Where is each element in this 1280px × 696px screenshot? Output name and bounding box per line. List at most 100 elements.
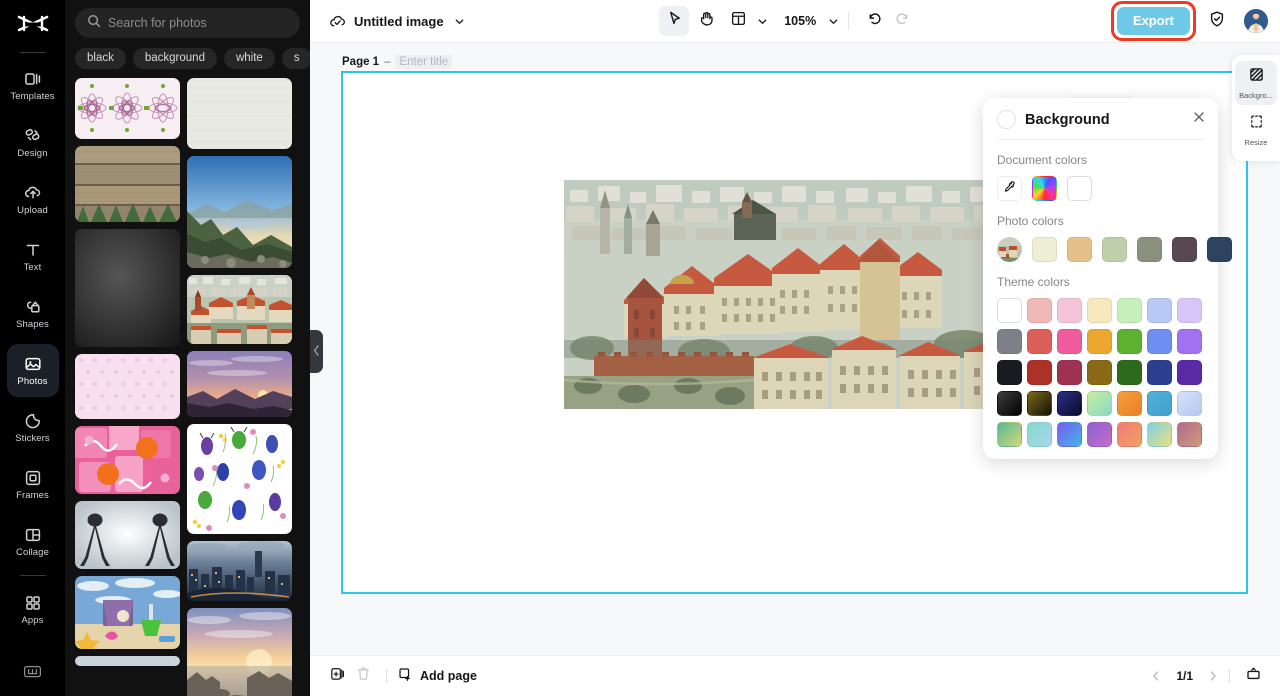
theme-color-swatch[interactable] [1177,391,1202,416]
hand-tool-button[interactable] [691,6,721,36]
export-button[interactable]: Export [1117,7,1190,35]
theme-color-swatch[interactable] [1027,391,1052,416]
sidebar-item-stickers[interactable]: Stickers [7,401,59,454]
search-bar[interactable] [75,8,300,38]
theme-color-swatch[interactable] [997,360,1022,385]
close-panel-button[interactable] [1192,110,1206,129]
canvas-area[interactable]: Page 1 – Enter title [310,43,1280,655]
cloud-saved-icon[interactable] [322,12,352,31]
theme-color-swatch[interactable] [1147,422,1172,447]
photo-thumbnail-pink-floral-kaleidoscope[interactable] [75,78,180,139]
add-page-button[interactable]: Add page [397,666,477,687]
photo-color-swatch-2[interactable] [1067,237,1092,262]
photo-thumbnail-pink-gifts-oranges[interactable] [75,426,180,494]
photo-thumbnail-beach-toys[interactable] [75,576,180,649]
photo-thumbnail-wooden-planks-pine[interactable] [75,146,180,222]
photo-color-swatch-1[interactable] [1032,237,1057,262]
theme-color-swatch[interactable] [1177,422,1202,447]
next-page-button[interactable] [1207,670,1219,682]
theme-color-swatch[interactable] [1117,298,1142,323]
undo-button[interactable] [858,6,888,36]
search-input[interactable] [108,16,288,30]
theme-color-swatch[interactable] [1177,329,1202,354]
photo-thumbnail-dark-grey-gradient[interactable] [75,229,180,347]
photo-color-swatch-5[interactable] [1172,237,1197,262]
theme-color-swatch[interactable] [1087,298,1112,323]
sidebar-item-templates[interactable]: Templates [7,59,59,112]
theme-color-swatch[interactable] [1027,422,1052,447]
photo-thumbnail-white-paper-texture[interactable] [187,78,292,149]
zoom-level-value[interactable]: 105% [782,14,818,28]
user-avatar[interactable] [1244,9,1268,33]
theme-color-swatch[interactable] [1087,391,1112,416]
theme-color-swatch[interactable] [1177,298,1202,323]
search-tag[interactable]: black [75,48,126,69]
sidebar-item-frames[interactable]: Frames [7,458,59,511]
select-tool-button[interactable] [659,6,689,36]
tab-resize[interactable]: Resize [1235,108,1277,152]
theme-color-swatch[interactable] [1117,360,1142,385]
theme-color-swatch[interactable] [1057,391,1082,416]
photo-color-swatch-3[interactable] [1102,237,1127,262]
sidebar-item-shapes[interactable]: Shapes [7,287,59,340]
photo-thumbnail-photo-studio-lights[interactable] [75,501,180,569]
sidebar-item-apps[interactable]: Apps [7,583,59,636]
photo-color-swatch-4[interactable] [1137,237,1162,262]
shield-button[interactable] [1202,6,1232,36]
photo-thumbnail-aerial-city-krakow[interactable] [187,275,292,344]
photo-thumbnail-sunset-rocky-sea[interactable] [187,608,292,696]
theme-color-swatch[interactable] [997,329,1022,354]
sidebar-item-design[interactable]: Design [7,116,59,169]
duplicate-page-button[interactable] [324,663,350,689]
tab-background[interactable]: Backgro... [1235,61,1277,105]
photo-thumbnail-purple-sunset-hills[interactable] [187,351,292,417]
page-title-input[interactable]: Enter title [395,55,452,69]
keyboard-shortcuts-icon[interactable] [23,664,42,684]
theme-color-swatch[interactable] [1147,329,1172,354]
sidebar-item-collage[interactable]: Collage [7,515,59,568]
page-thumbnails-button[interactable] [1240,663,1266,689]
photo-thumbnail-partial-bottom[interactable] [75,656,180,666]
prev-page-button[interactable] [1150,670,1162,682]
chevron-down-icon[interactable] [454,16,465,27]
search-tag[interactable]: white [224,48,275,69]
theme-color-swatch[interactable] [997,422,1022,447]
theme-color-swatch[interactable] [1087,329,1112,354]
canvas-image-krakow[interactable] [564,180,1030,409]
rainbow-color-picker-button[interactable] [1032,176,1057,201]
theme-color-swatch[interactable] [1117,329,1142,354]
photo-thumbnail-pink-lilac-pattern[interactable] [75,354,180,419]
theme-color-swatch[interactable] [997,298,1022,323]
eyedropper-tool-button[interactable] [997,176,1022,201]
panel-collapse-button[interactable] [310,330,323,373]
search-tag[interactable]: background [133,48,217,69]
theme-color-swatch[interactable] [1147,298,1172,323]
theme-color-swatch[interactable] [1057,360,1082,385]
sidebar-item-text[interactable]: Text [7,230,59,283]
theme-color-swatch[interactable] [1057,298,1082,323]
theme-color-swatch[interactable] [1147,360,1172,385]
redo-button[interactable] [888,6,918,36]
delete-page-button[interactable] [350,663,376,689]
theme-color-swatch[interactable] [1027,329,1052,354]
theme-color-swatch[interactable] [1147,391,1172,416]
capcut-logo-icon[interactable] [11,10,55,44]
sidebar-item-photos[interactable]: Photos [7,344,59,397]
current-background-swatch[interactable] [997,110,1016,129]
photo-thumbnail-night-city-skyline[interactable] [187,541,292,601]
layout-dropdown-chevron-icon[interactable] [757,16,768,27]
source-photo-swatch[interactable] [997,237,1022,262]
theme-color-swatch[interactable] [1027,360,1052,385]
theme-color-swatch[interactable] [1087,422,1112,447]
theme-color-swatch[interactable] [1027,298,1052,323]
photo-color-swatch-6[interactable] [1207,237,1232,262]
theme-color-swatch[interactable] [1117,422,1142,447]
document-title[interactable]: Untitled image [354,14,444,29]
zoom-dropdown-chevron-icon[interactable] [828,16,839,27]
photo-thumbnail-watercolor-beetles[interactable] [187,424,292,534]
theme-color-swatch[interactable] [1117,391,1142,416]
search-tag[interactable]: s [282,48,310,69]
theme-color-swatch[interactable] [1057,422,1082,447]
white-color-swatch[interactable] [1067,176,1092,201]
theme-color-swatch[interactable] [1087,360,1112,385]
